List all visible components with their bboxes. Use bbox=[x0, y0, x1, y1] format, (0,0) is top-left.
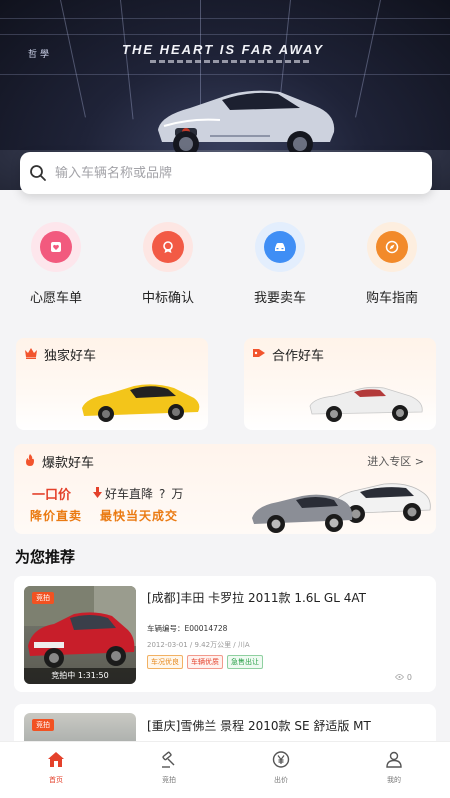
quick-action-label: 心愿车单 bbox=[29, 291, 82, 306]
partner-cars-card[interactable]: 合作好车 bbox=[244, 338, 436, 430]
tab-label: 竞拍 bbox=[162, 776, 176, 784]
hot-cars-title: 爆款好车 bbox=[24, 452, 94, 471]
yellow-sports-car-image bbox=[82, 384, 200, 422]
yuan-icon bbox=[272, 751, 290, 772]
partner-cars-title: 合作好车 bbox=[252, 345, 324, 364]
fixed-price-label: 一口价 bbox=[32, 488, 72, 503]
listing-meta: 2012-03-01 / 9.42万公里 / 川A bbox=[147, 641, 250, 649]
listing-card[interactable]: 竞拍 竞拍中 1:31:50 [成都]丰田 卡罗拉 2011款 1.6L GL … bbox=[14, 576, 436, 692]
badge: 车辆优质 bbox=[187, 655, 223, 669]
enter-zone-link[interactable]: 进入专区 > bbox=[367, 453, 424, 469]
auction-tag: 竞拍 bbox=[32, 719, 54, 731]
sports-car-image bbox=[158, 90, 335, 157]
hot-cars-label: 爆款好车 bbox=[42, 456, 95, 471]
listing-title[interactable]: [成都]丰田 卡罗拉 2011款 1.6L GL 4AT bbox=[147, 589, 366, 606]
quick-action-label: 中标确认 bbox=[141, 291, 194, 306]
exclusive-cars-card[interactable]: 独家好车 bbox=[16, 338, 208, 430]
tab-label: 我的 bbox=[387, 776, 401, 784]
slogan-direct-sale: 降价直卖 bbox=[30, 509, 83, 523]
quick-action-halo bbox=[31, 222, 81, 272]
listing-views: 0 bbox=[395, 673, 412, 682]
badge: 急售出让 bbox=[227, 655, 263, 669]
price-drop-label: 好车直降 bbox=[105, 487, 154, 501]
auction-tag: 竞拍 bbox=[32, 592, 54, 604]
hot-cars-card[interactable]: 爆款好车 进入专区 > 一口价 好车直降 ? 万 降价直卖 最快当天成交 bbox=[14, 444, 436, 534]
tab-bid[interactable]: 出价 bbox=[251, 751, 311, 785]
car-icon bbox=[264, 231, 296, 263]
tab-home[interactable]: 首页 bbox=[26, 751, 86, 785]
quick-action-guide[interactable]: 购车指南 bbox=[347, 222, 437, 306]
quick-action-halo bbox=[367, 222, 417, 272]
crown-icon bbox=[24, 347, 38, 363]
tag-icon bbox=[252, 347, 266, 363]
listing-views-count: 0 bbox=[406, 673, 412, 682]
home-icon bbox=[47, 752, 65, 772]
partner-cars-label: 合作好车 bbox=[272, 349, 325, 364]
fire-icon bbox=[24, 453, 36, 471]
tab-label: 首页 bbox=[49, 776, 63, 784]
arrow-down-icon bbox=[93, 486, 103, 501]
section-title-recommend: 为您推荐 bbox=[15, 548, 76, 566]
auction-timer: 竞拍中 1:31:50 bbox=[24, 668, 136, 684]
hero-subtitle-line bbox=[150, 60, 310, 63]
quick-action-award[interactable]: 中标确认 bbox=[123, 222, 213, 306]
tab-label: 出价 bbox=[274, 776, 288, 784]
quick-action-halo bbox=[143, 222, 193, 272]
quick-action-label: 购车指南 bbox=[365, 291, 418, 306]
compass-icon bbox=[376, 231, 408, 263]
profile-icon bbox=[385, 751, 403, 772]
price-drop-unknown: ? bbox=[159, 486, 166, 501]
wishlist-icon bbox=[40, 231, 72, 263]
listing-title[interactable]: [重庆]雪佛兰 景程 2010款 SE 舒适版 MT bbox=[147, 717, 371, 734]
ceiling-bar bbox=[0, 74, 450, 75]
quick-action-halo bbox=[255, 222, 305, 272]
hot-cars-slogan: 降价直卖 最快当天成交 bbox=[30, 507, 196, 524]
listing-car-id: 车辆编号：E00014728 bbox=[147, 624, 228, 633]
search-icon bbox=[29, 164, 47, 182]
search-input[interactable] bbox=[55, 165, 415, 181]
quick-action-wishlist[interactable]: 心愿车单 bbox=[11, 222, 101, 306]
ceiling-bar bbox=[0, 18, 450, 19]
sedan-suv-image bbox=[252, 483, 431, 533]
search-bar[interactable] bbox=[20, 152, 432, 194]
listing-thumbnail[interactable]: 竞拍 竞拍中 1:31:50 bbox=[24, 586, 136, 684]
exclusive-cars-title: 独家好车 bbox=[24, 345, 96, 364]
slogan-fast-deal: 最快当天成交 bbox=[100, 509, 179, 523]
bottom-tab-bar: 首页 竞拍 出价 我的 bbox=[0, 741, 450, 798]
gavel-icon bbox=[160, 751, 178, 772]
badge: 车况优良 bbox=[147, 655, 183, 669]
price-drop-unit: 万 bbox=[171, 487, 184, 501]
hot-cars-price-line: 一口价 好车直降 ? 万 bbox=[32, 484, 183, 503]
quick-action-sell-car[interactable]: 我要卖车 bbox=[235, 222, 325, 306]
listing-badges: 车况优良 车辆优质 急售出让 bbox=[147, 655, 267, 669]
quick-action-label: 我要卖车 bbox=[253, 291, 306, 306]
tab-auction[interactable]: 竞拍 bbox=[139, 751, 199, 785]
hero-title: THE HEART IS FAR AWAY bbox=[122, 42, 325, 57]
tab-profile[interactable]: 我的 bbox=[364, 751, 424, 785]
eye-icon bbox=[395, 673, 407, 682]
hero-brand: 哲學 bbox=[28, 50, 53, 60]
ceiling-bar bbox=[0, 34, 450, 35]
award-icon bbox=[152, 231, 184, 263]
exclusive-cars-label: 独家好车 bbox=[44, 349, 97, 364]
white-convertible-image bbox=[309, 386, 423, 422]
